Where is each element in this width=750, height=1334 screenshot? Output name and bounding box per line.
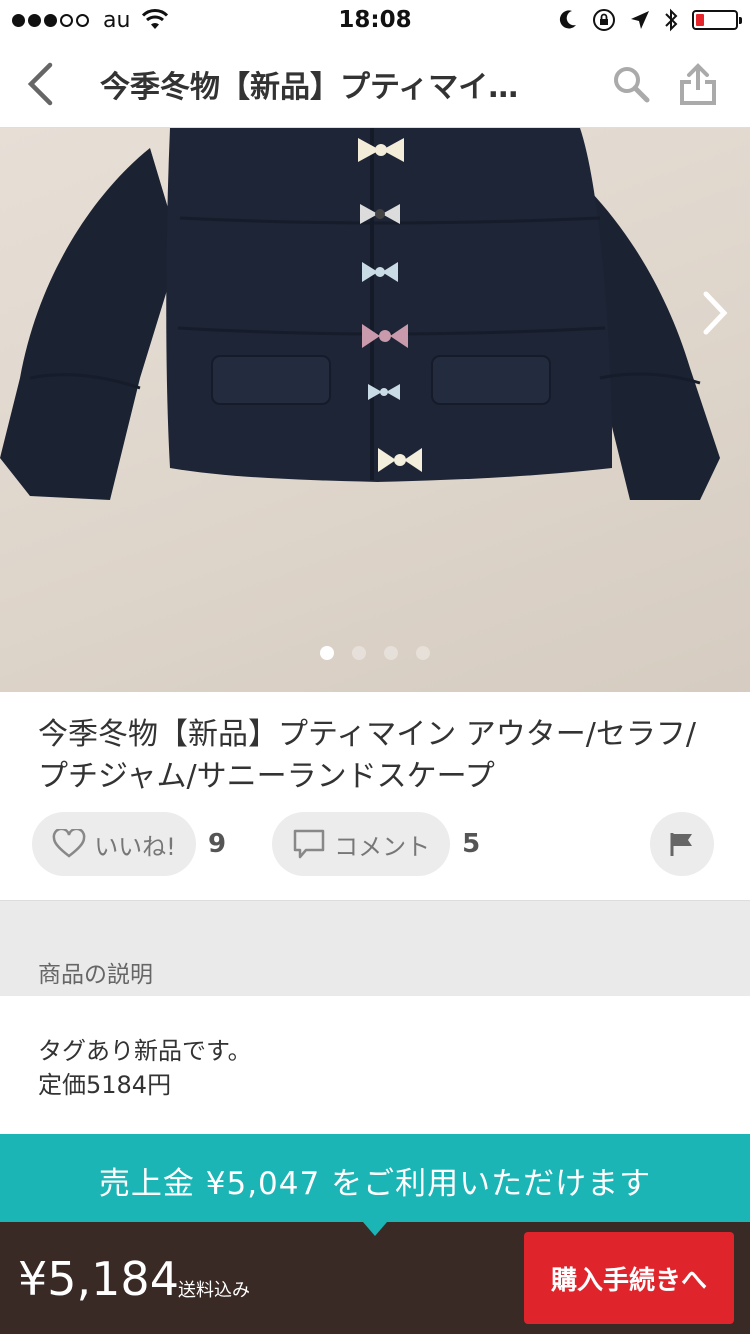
description-line: 定価5184円 [38,1071,172,1099]
like-count: 9 [208,829,227,859]
product-photo [0,128,720,500]
comment-icon [293,829,325,859]
sales-balance-banner[interactable]: 売上金 ¥5,047 をご利用いただけます [0,1134,750,1226]
back-button[interactable] [0,40,80,128]
carousel-pager [0,646,750,660]
next-image-icon[interactable] [700,288,730,338]
battery-icon [692,10,742,30]
description-text: タグあり新品です。 定価5184円 [38,1034,720,1102]
location-arrow-icon [631,11,649,29]
item-title: 今季冬物【新品】プティマイン アウター/セラフ/プチジャム/サニーランドスケープ [38,717,696,794]
product-photo-carousel[interactable] [0,128,750,692]
description-heading: 商品の説明 [38,962,153,988]
price: ¥5,184 [18,1252,179,1306]
pager-dot[interactable] [384,646,398,660]
comment-count: 5 [462,829,481,859]
share-icon[interactable] [678,62,718,106]
pager-dot[interactable] [416,646,430,660]
bluetooth-icon [665,8,678,32]
product-detail-screen: au 18:08 今季冬物【新品】プティマイ… 今季冬物【新品】プティマイン ア… [0,0,750,1334]
comment-label: コメント [334,832,431,861]
navigation-bar: 今季冬物【新品】プティマイ… [0,40,750,128]
moon-icon [559,10,576,29]
signal-strength-icon [12,13,89,27]
item-actions: いいね! 9 コメント 5 [32,812,714,876]
description-line: タグあり新品です。 [38,1037,252,1065]
flag-icon [670,833,692,856]
chevron-left-icon [27,62,53,105]
status-bar: au 18:08 [0,0,750,40]
sales-balance-text: 売上金 ¥5,047 をご利用いただけます [98,1165,652,1202]
report-button[interactable] [650,812,714,876]
purchase-bar: ¥5,184 送料込み 購入手続きへ [0,1222,750,1334]
pager-dot-active[interactable] [320,646,334,660]
page-title: 今季冬物【新品】プティマイ… [100,69,519,105]
wifi-icon [142,9,169,29]
shipping-note: 送料込み [178,1280,250,1301]
like-label: いいね! [94,832,176,861]
description-header: 商品の説明 [0,900,750,996]
search-icon[interactable] [612,65,650,103]
pager-dot[interactable] [352,646,366,660]
heart-icon [52,829,86,858]
rotation-lock-icon [593,9,615,31]
banner-pointer [363,1222,387,1236]
buy-button[interactable]: 購入手続きへ [524,1232,734,1324]
like-button[interactable]: いいね! [32,812,196,876]
carrier-name: au [103,7,131,33]
comment-button[interactable]: コメント [272,812,451,876]
